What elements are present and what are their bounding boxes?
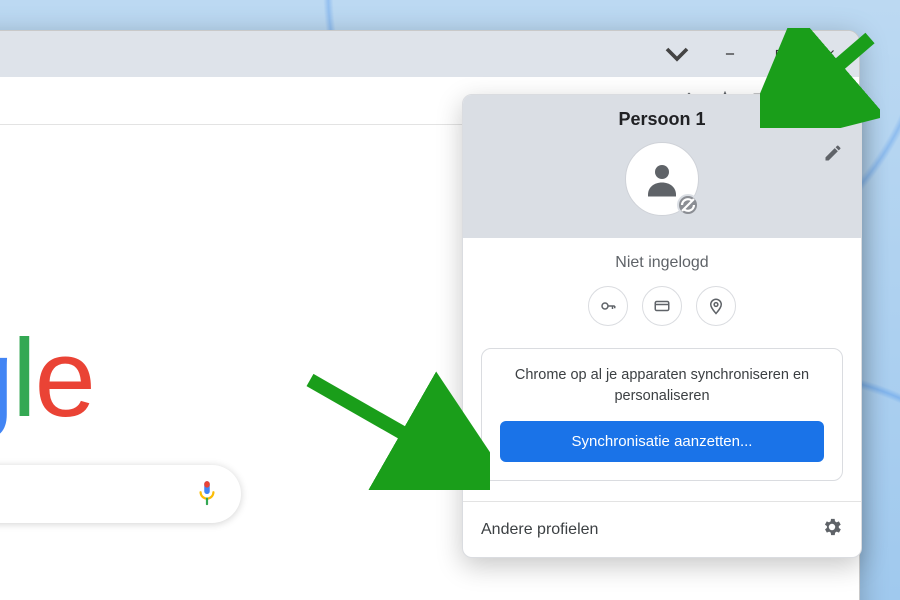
- minimize-button[interactable]: [705, 31, 755, 77]
- manage-profiles-gear-icon[interactable]: [821, 516, 843, 543]
- sync-card: Chrome op al je apparaten synchroniseren…: [481, 348, 843, 481]
- passwords-icon[interactable]: [588, 286, 628, 326]
- window-controls: [705, 31, 855, 77]
- maximize-button[interactable]: [755, 31, 805, 77]
- search-box[interactable]: p een URL: [0, 465, 241, 523]
- profile-avatar[interactable]: [625, 142, 699, 216]
- edit-profile-icon[interactable]: [823, 143, 843, 168]
- profile-body: Niet ingelogd Chrome op al je apparaten …: [463, 238, 861, 501]
- sync-message: Chrome op al je apparaten synchroniseren…: [500, 365, 824, 407]
- other-profiles-label: Andere profielen: [481, 521, 598, 539]
- addresses-icon[interactable]: [696, 286, 736, 326]
- turn-on-sync-button[interactable]: Synchronisatie aanzetten...: [500, 421, 824, 462]
- profile-name: Persoon 1: [479, 109, 845, 130]
- search-placeholder: p een URL: [0, 481, 182, 507]
- window-titlebar: [0, 31, 859, 77]
- profile-popover: Persoon 1 Niet ingelogd Chrome op al je …: [462, 94, 862, 558]
- other-profiles-row[interactable]: Andere profielen: [463, 501, 861, 557]
- tab-overflow-chevron[interactable]: [657, 31, 697, 77]
- close-button[interactable]: [805, 31, 855, 77]
- sync-off-badge-icon: [677, 194, 699, 216]
- profile-quick-actions: [481, 286, 843, 326]
- signin-status: Niet ingelogd: [481, 254, 843, 272]
- payments-icon[interactable]: [642, 286, 682, 326]
- profile-header: Persoon 1: [463, 95, 861, 238]
- voice-search-icon[interactable]: [196, 479, 218, 509]
- google-logo: G o o g l e: [0, 315, 94, 442]
